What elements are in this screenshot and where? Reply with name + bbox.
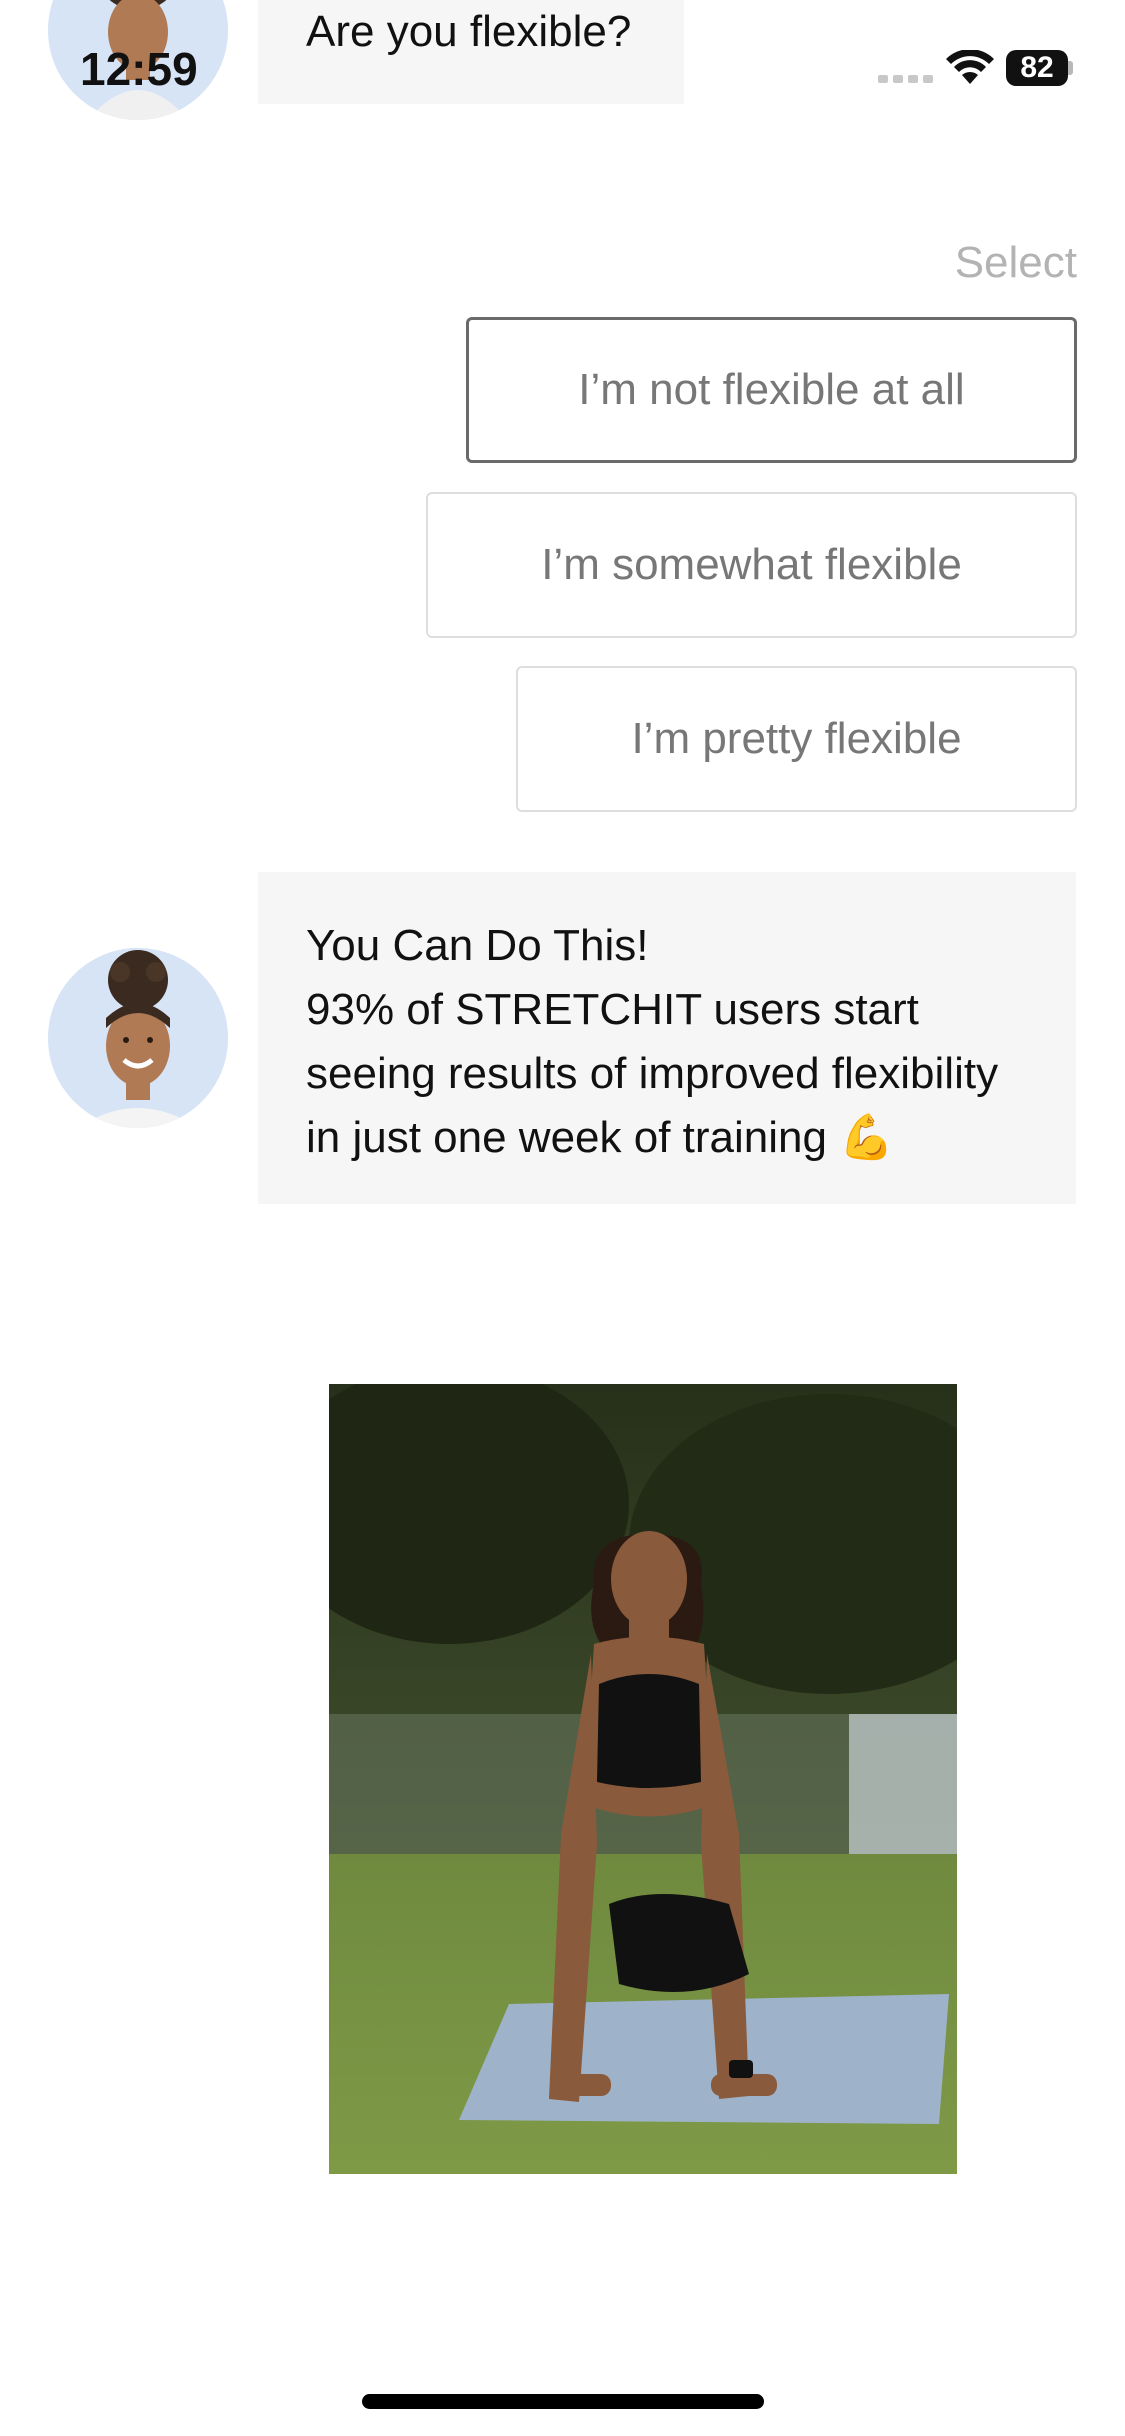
coach-avatar: [48, 948, 228, 1128]
option-not-flexible[interactable]: I’m not flexible at all: [466, 317, 1077, 463]
question-bubble: Are you flexible?: [258, 0, 684, 104]
option-somewhat-flexible[interactable]: I’m somewhat flexible: [426, 492, 1077, 638]
question-text: Are you flexible?: [306, 7, 632, 56]
battery-tip: [1068, 61, 1073, 75]
home-indicator: [362, 2394, 764, 2409]
wifi-icon: [946, 49, 994, 91]
option-pretty-flexible[interactable]: I’m pretty flexible: [516, 666, 1077, 812]
battery-icon: 82: [1006, 50, 1068, 86]
select-label: Select: [954, 238, 1077, 287]
encouragement-bubble: You Can Do This! 93% of STRETCHIT users …: [258, 872, 1076, 1204]
encouragement-body: 93% of STRETCHIT users start seeing resu…: [306, 985, 999, 1162]
cellular-signal-icon: [878, 72, 934, 90]
yoga-photo: [329, 1384, 957, 2174]
encouragement-title: You Can Do This!: [306, 921, 649, 970]
status-time: 12:59: [80, 43, 198, 95]
